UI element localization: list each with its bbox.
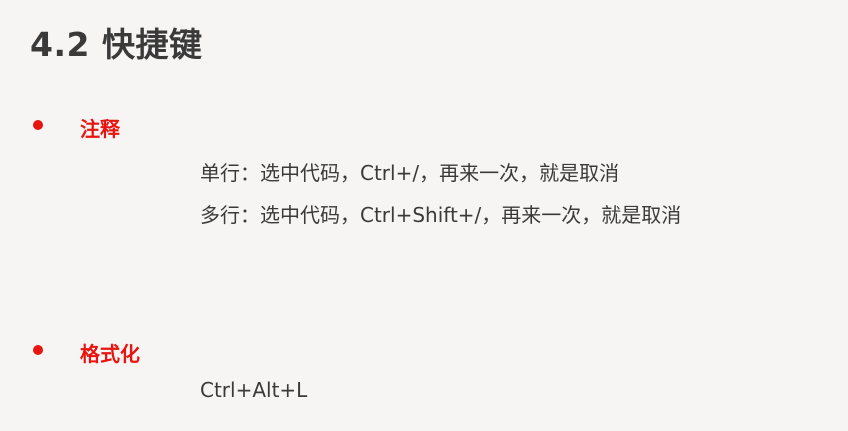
slide: 4.2 快捷键 注释 单行：选中代码，Ctrl+/，再来一次，就是取消 多行：选… bbox=[0, 0, 848, 431]
shortcut-line-format: Ctrl+Alt+L bbox=[200, 378, 308, 402]
bullet-icon bbox=[33, 345, 43, 355]
page-title: 4.2 快捷键 bbox=[30, 25, 203, 64]
section-heading-comments: 注释 bbox=[80, 117, 120, 141]
bullet-icon bbox=[33, 120, 43, 130]
shortcut-line-multi: 多行：选中代码，Ctrl+Shift+/，再来一次，就是取消 bbox=[200, 203, 682, 227]
shortcut-line-single: 单行：选中代码，Ctrl+/，再来一次，就是取消 bbox=[200, 161, 620, 185]
section-heading-format: 格式化 bbox=[80, 342, 140, 366]
